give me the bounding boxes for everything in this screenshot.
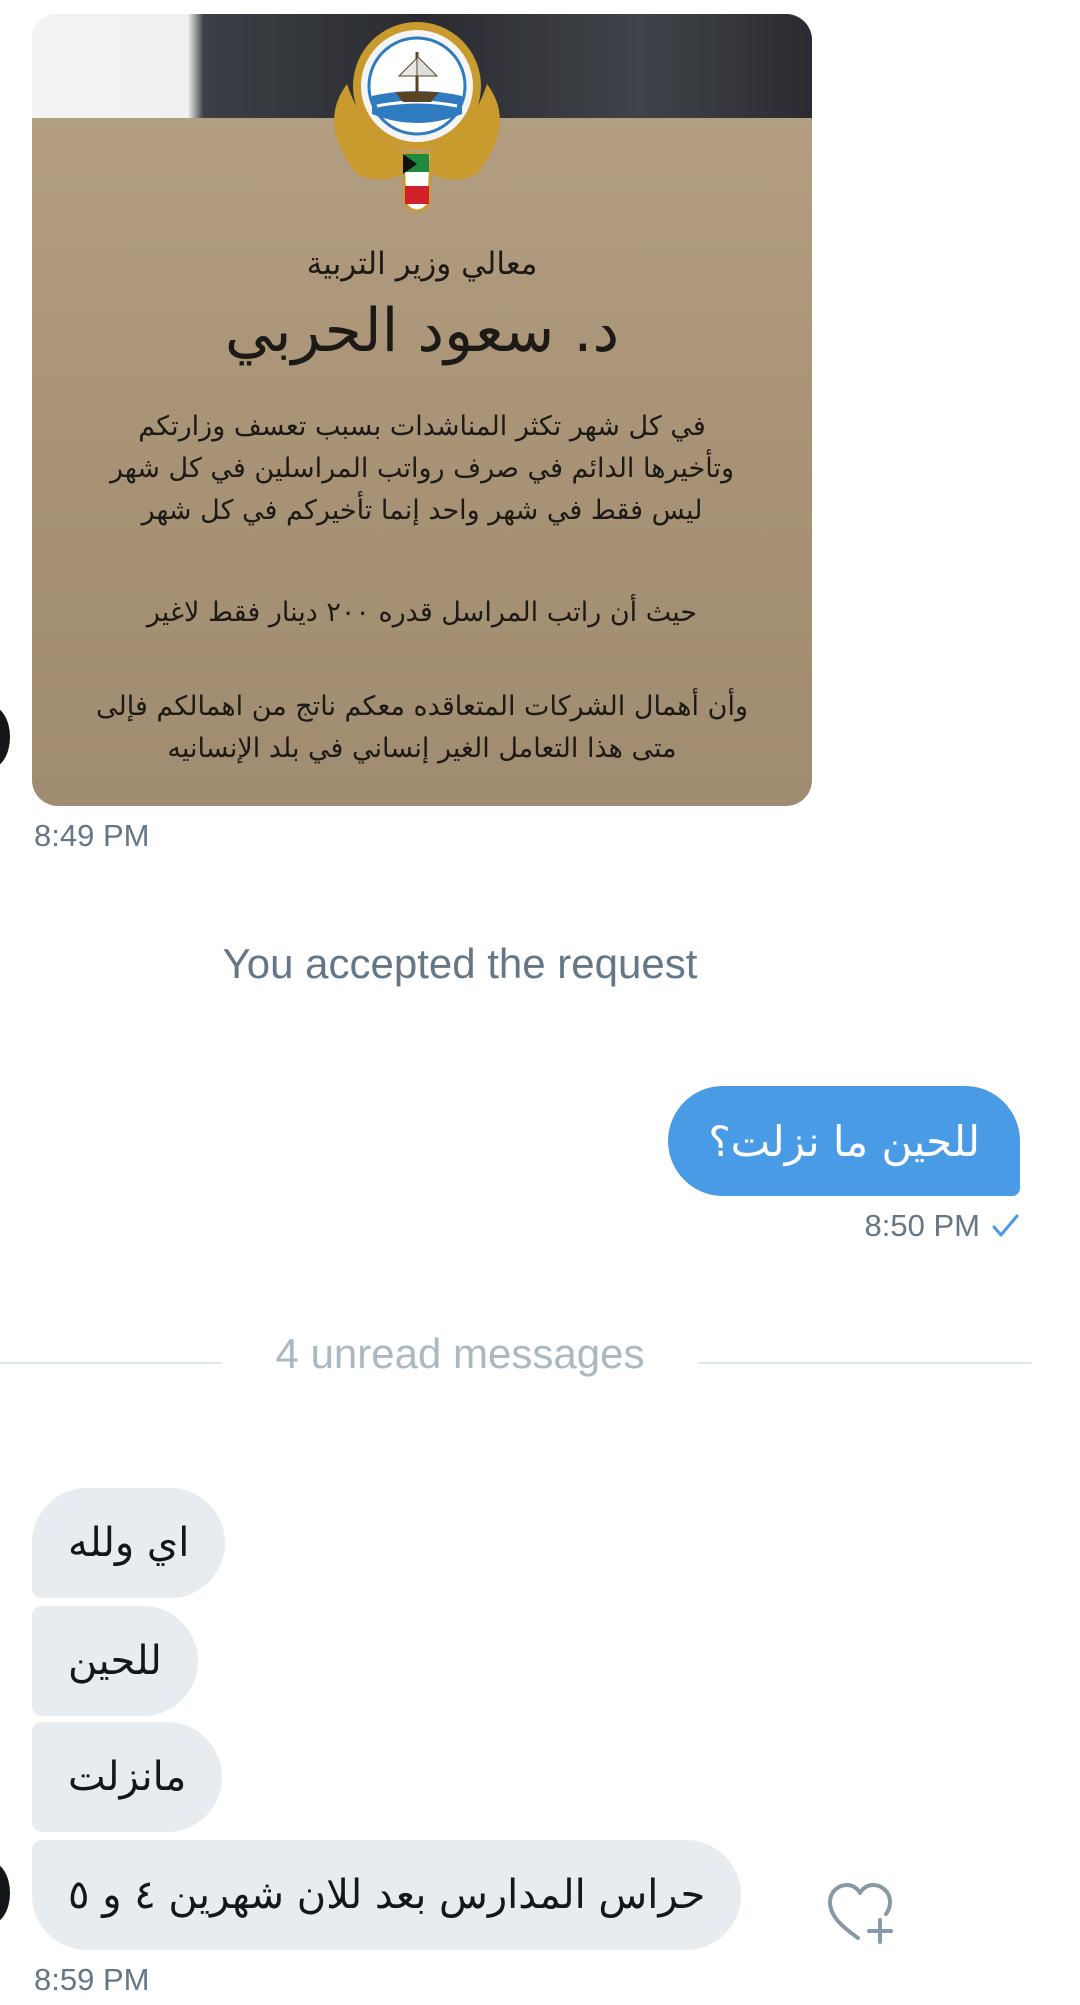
card-subtitle: معالي وزير التربية — [306, 246, 538, 282]
incoming-message-text: حراس المدارس بعد للان شهرين ٤ و ٥ — [68, 1872, 706, 1918]
message-timestamp: 8:59 PM — [34, 1962, 150, 1997]
request-accepted-note: You accepted the request — [222, 940, 698, 987]
message-timestamp: 8:49 PM — [34, 818, 150, 853]
check-icon — [992, 1214, 1019, 1237]
incoming-message-text: للحين — [68, 1638, 162, 1684]
image-message[interactable]: معالي وزير التربية د. سعود الحربي في كل … — [32, 14, 812, 806]
incoming-message-bubble[interactable]: مانزلت — [32, 1722, 223, 1832]
card-paragraph: في كل شهر تكثر المناشدات بسبب تعسف وزارت… — [109, 411, 735, 526]
emblem-icon — [334, 22, 500, 213]
sender-avatar[interactable] — [0, 706, 10, 768]
incoming-message-bubble[interactable]: حراس المدارس بعد للان شهرين ٤ و ٥ — [32, 1840, 742, 1950]
incoming-message-text: اي ولله — [68, 1520, 190, 1566]
card-paragraph: حيث أن راتب المراسل قدره ٢٠٠ دينار فقط ل… — [146, 597, 698, 628]
heart-plus-icon[interactable] — [828, 1882, 896, 1946]
card-paragraph: وأن أهمال الشركات المتعاقده معكم ناتج من… — [95, 691, 748, 764]
sender-avatar[interactable] — [0, 1862, 10, 1924]
incoming-message-bubble[interactable]: للحين — [32, 1606, 198, 1716]
outgoing-message-text: للحين ما نزلت؟ — [708, 1116, 980, 1166]
divider-line — [698, 1362, 1032, 1364]
card-title: د. سعود الحربي — [224, 296, 620, 366]
unread-divider: 4 unread messages — [0, 1330, 1032, 1380]
unread-count-label: 4 unread messages — [275, 1330, 645, 1377]
incoming-message-text: مانزلت — [68, 1754, 187, 1800]
incoming-message-bubble[interactable]: اي ولله — [32, 1488, 226, 1598]
outgoing-message-meta: 8:50 PM — [865, 1208, 1020, 1244]
divider-line — [0, 1362, 222, 1364]
outgoing-message-bubble[interactable]: للحين ما نزلت؟ — [668, 1086, 1020, 1196]
message-timestamp: 8:50 PM — [864, 1208, 980, 1243]
